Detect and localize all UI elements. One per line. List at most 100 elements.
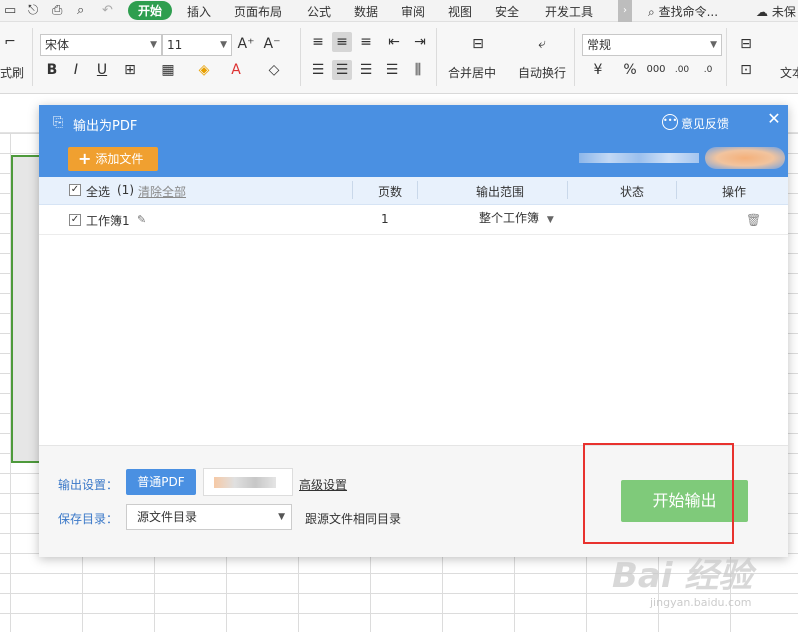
- font-size-select[interactable]: 11 ▼: [162, 34, 232, 56]
- border-icon[interactable]: ⊞: [120, 60, 140, 80]
- file-list-empty-area: [39, 236, 788, 446]
- avatar[interactable]: [705, 147, 785, 169]
- close-icon[interactable]: ✕: [765, 110, 783, 128]
- align-center-icon[interactable]: ☰: [332, 60, 352, 80]
- chevron-down-icon: ▼: [546, 215, 554, 225]
- toolbar-separator: [300, 28, 301, 86]
- format-painter-label[interactable]: 式刷: [0, 64, 24, 81]
- output-settings-label: 输出设置：: [58, 478, 119, 492]
- tab-security[interactable]: 安全: [495, 3, 519, 20]
- plus-icon: +: [78, 149, 92, 168]
- dialog-header: ⎘ 输出为PDF ••• 意见反馈 ✕ + 添加文件: [39, 105, 788, 177]
- redacted-pdf-option[interactable]: [203, 468, 293, 496]
- tab-home[interactable]: 开始: [128, 1, 173, 20]
- redacted-account-info: [579, 153, 699, 163]
- tab-review[interactable]: 审阅: [401, 3, 425, 20]
- increase-font-icon[interactable]: A⁺: [236, 34, 256, 54]
- annotation-highlight-box: [583, 443, 734, 544]
- decrease-font-icon[interactable]: A⁻: [262, 34, 282, 54]
- print-preview-icon[interactable]: ⌕: [77, 3, 84, 18]
- format-painter-icon[interactable]: ⌐: [0, 32, 20, 52]
- font-color-icon[interactable]: A: [226, 60, 246, 80]
- output-range-select[interactable]: 整个工作簿 ▼: [479, 209, 554, 226]
- cell-style-icon[interactable]: ⊡: [736, 60, 756, 80]
- toolbar-separator: [436, 28, 437, 86]
- feedback-link[interactable]: 意见反馈: [681, 115, 729, 132]
- justify-icon[interactable]: ☰: [382, 60, 402, 80]
- align-top-icon[interactable]: ≡: [308, 32, 328, 52]
- bold-icon[interactable]: B: [42, 60, 62, 80]
- tab-page-layout[interactable]: 页面布局: [234, 3, 282, 20]
- tabs-more-chevron-icon[interactable]: ›: [618, 0, 632, 22]
- save-dir-select[interactable]: 源文件目录 ▼: [126, 504, 292, 530]
- align-right-icon[interactable]: ☰: [356, 60, 376, 80]
- column-header-status: 状态: [620, 185, 645, 199]
- align-bottom-icon[interactable]: ≡: [356, 32, 376, 52]
- merge-center-label[interactable]: 合并居中: [448, 64, 496, 81]
- dialog-title: 输出为PDF: [73, 119, 138, 134]
- trash-icon[interactable]: 🗑: [746, 213, 761, 227]
- column-header-pages: 页数: [378, 185, 403, 199]
- print-icon[interactable]: ⎙: [52, 3, 62, 18]
- tab-data[interactable]: 数据: [354, 3, 378, 20]
- number-format-value: 常规: [587, 38, 612, 52]
- undo-icon[interactable]: ↶: [102, 3, 113, 18]
- currency-icon[interactable]: ¥: [588, 60, 608, 80]
- table-row[interactable]: ✓ 工作簿1 ✎ 1 整个工作簿 ▼ 🗑: [39, 205, 788, 235]
- text-tool-label[interactable]: 文本: [780, 64, 798, 81]
- toolbar-separator: [32, 28, 33, 86]
- wrap-text-label[interactable]: 自动换行: [518, 64, 566, 81]
- redacted-bar: [214, 477, 276, 488]
- cloud-icon: ☁: [756, 5, 768, 19]
- edit-icon[interactable]: ✎: [137, 213, 150, 226]
- advanced-settings-link[interactable]: 高级设置: [299, 476, 347, 493]
- chevron-down-icon: ▼: [710, 40, 717, 50]
- align-left-icon[interactable]: ☰: [308, 60, 328, 80]
- align-middle-icon[interactable]: ≡: [332, 32, 352, 52]
- tab-developer[interactable]: 开发工具: [545, 3, 593, 20]
- font-name-select[interactable]: 宋体 ▼: [40, 34, 162, 56]
- decrease-indent-icon[interactable]: ⇤: [384, 32, 404, 52]
- normal-pdf-button[interactable]: 普通PDF: [126, 469, 196, 495]
- ribbon-tab-bar: ▭ ⎋ ⎙ ⌕ ↶ 开始 插入 页面布局 公式 数据 审阅 视图 安全 开发工具…: [0, 0, 798, 22]
- watermark: Bai 经验: [612, 556, 753, 596]
- share-icon[interactable]: ⎋: [28, 3, 38, 18]
- tab-insert[interactable]: 插入: [187, 3, 211, 20]
- feedback-icon[interactable]: •••: [662, 114, 678, 130]
- wrap-text-icon[interactable]: ⤶: [530, 34, 554, 54]
- chevron-down-icon: ▼: [278, 512, 285, 522]
- column-separator: [417, 181, 418, 199]
- distributed-align-icon[interactable]: ⫼: [408, 60, 428, 80]
- clear-all-link[interactable]: 清除全部: [138, 183, 186, 200]
- increase-decimal-icon[interactable]: .00: [672, 60, 692, 80]
- decrease-decimal-icon[interactable]: .0: [698, 60, 718, 80]
- number-format-select[interactable]: 常规 ▼: [582, 34, 722, 56]
- command-search[interactable]: ⌕ 查找命令...: [648, 3, 718, 20]
- clear-format-icon[interactable]: ◇: [264, 60, 284, 80]
- page-count: 1: [381, 212, 389, 226]
- font-name-value: 宋体: [45, 38, 70, 52]
- percent-icon[interactable]: %: [620, 60, 640, 80]
- command-search-label: 查找命令...: [658, 5, 719, 19]
- tab-view[interactable]: 视图: [448, 3, 472, 20]
- save-icon[interactable]: ▭: [4, 3, 16, 18]
- search-icon: ⌕: [648, 5, 655, 19]
- table-style-icon[interactable]: ⊟: [736, 34, 756, 54]
- fill-color-icon[interactable]: ▦: [158, 60, 178, 80]
- highlight-color-icon[interactable]: ◈: [194, 60, 214, 80]
- row-checkbox[interactable]: ✓: [69, 214, 81, 226]
- tab-formulas[interactable]: 公式: [307, 3, 331, 20]
- italic-icon[interactable]: I: [66, 60, 86, 80]
- thousands-icon[interactable]: 000: [646, 60, 666, 80]
- toolbar: ⌐ 式刷 宋体 ▼ 11 ▼ A⁺ A⁻ B I U ⊞ ▦ ◈ A ◇ ≡ ≡…: [0, 22, 798, 94]
- toolbar-separator: [574, 28, 575, 86]
- column-separator: [567, 181, 568, 199]
- underline-icon[interactable]: U: [92, 60, 112, 80]
- add-file-button[interactable]: + 添加文件: [68, 147, 158, 171]
- same-dir-label: 跟源文件相同目录: [305, 512, 402, 526]
- sync-status[interactable]: ☁ 未保: [756, 3, 796, 20]
- increase-indent-icon[interactable]: ⇥: [410, 32, 430, 52]
- select-all-checkbox[interactable]: ✓: [69, 184, 81, 196]
- merge-center-icon[interactable]: ⊟: [466, 34, 490, 54]
- sync-status-label: 未保: [771, 5, 796, 19]
